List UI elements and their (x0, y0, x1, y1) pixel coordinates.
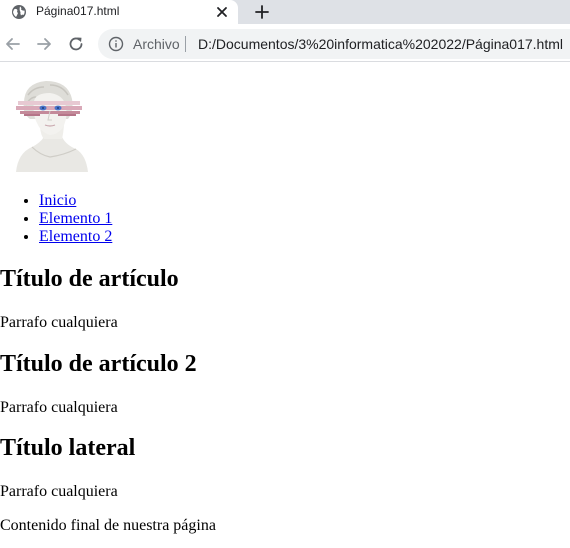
article-2-title: Título de artículo 2 (0, 351, 197, 377)
article-2-paragraph: Parrafo cualquiera (0, 399, 118, 416)
statue-image (16, 81, 88, 172)
forward-arrow-icon[interactable] (35, 35, 53, 53)
aside-title: Título lateral (0, 435, 136, 461)
nav-item: Elemento 1 (39, 210, 300, 228)
back-arrow-icon[interactable] (4, 35, 22, 53)
url-text[interactable]: D:/Documentos/3%20informatica%202022/Pág… (198, 36, 563, 52)
article-1-paragraph: Parrafo cualquiera (0, 314, 118, 331)
reload-icon[interactable] (67, 35, 85, 53)
aside-paragraph: Parrafo cualquiera (0, 483, 118, 500)
tab-title: Página017.html (36, 4, 120, 18)
address-bar[interactable]: Archivo D:/Documentos/3%20informatica%20… (98, 29, 570, 59)
info-icon[interactable] (108, 36, 124, 52)
nav-link-elemento-2[interactable]: Elemento 2 (39, 228, 112, 245)
globe-icon (12, 5, 26, 19)
footer-text: Contenido final de nuestra página (0, 517, 216, 534)
plus-icon[interactable] (252, 2, 272, 22)
article-1-title: Título de artículo (0, 266, 179, 292)
nav-item: Inicio (39, 192, 300, 210)
browser-tab[interactable]: Página017.html (0, 0, 238, 24)
nav-link-inicio[interactable]: Inicio (39, 192, 76, 209)
browser-toolbar: Archivo D:/Documentos/3%20informatica%20… (0, 24, 570, 62)
tab-strip: Página017.html (0, 0, 570, 24)
nav-list: Inicio Elemento 1 Elemento 2 (0, 192, 300, 246)
page-viewport: Inicio Elemento 1 Elemento 2 Título de a… (0, 63, 570, 548)
close-icon[interactable] (214, 4, 230, 20)
nav-item: Elemento 2 (39, 228, 300, 246)
nav-link-elemento-1[interactable]: Elemento 1 (39, 210, 112, 227)
omnibox-divider (185, 36, 186, 52)
scheme-label: Archivo (133, 36, 180, 52)
